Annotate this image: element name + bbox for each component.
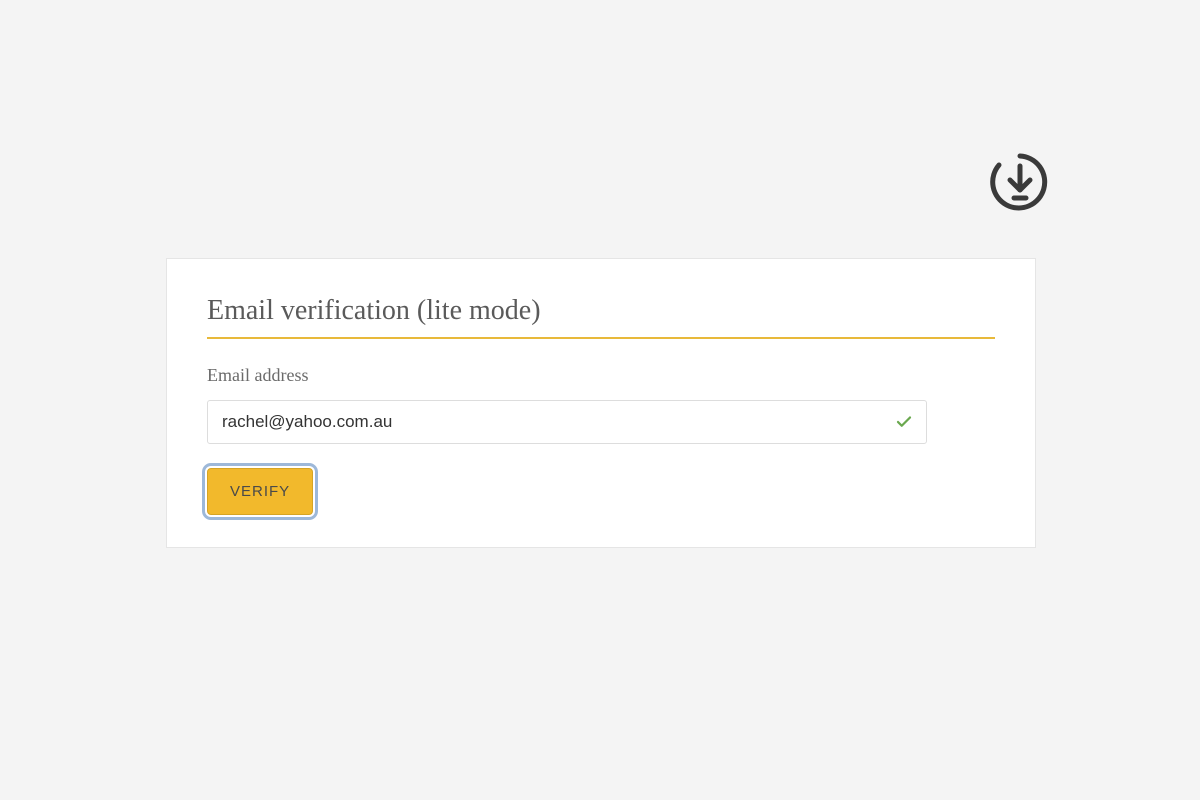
download-icon[interactable] [988, 150, 1052, 214]
email-input-wrapper [207, 400, 927, 444]
email-field-label: Email address [207, 365, 995, 386]
email-input[interactable] [207, 400, 927, 444]
verify-button[interactable]: VERIFY [207, 468, 313, 515]
panel-title: Email verification (lite mode) [207, 295, 995, 339]
check-icon [895, 413, 913, 431]
email-verification-panel: Email verification (lite mode) Email add… [166, 258, 1036, 548]
